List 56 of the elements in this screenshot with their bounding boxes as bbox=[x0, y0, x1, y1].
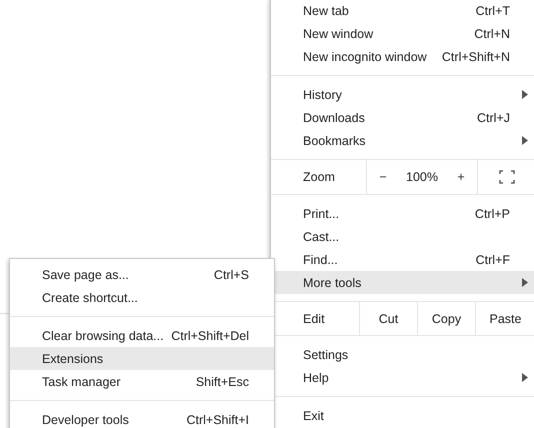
zoom-level: 100% bbox=[405, 170, 439, 184]
menu-item-label: New window bbox=[303, 26, 374, 40]
menu-item-label: Extensions bbox=[42, 352, 104, 366]
menu-item-label: New tab bbox=[303, 4, 350, 18]
menu-item[interactable]: Bookmarks bbox=[271, 129, 534, 152]
shortcut-label: Ctrl+S bbox=[214, 268, 249, 282]
menu-item-label: Downloads bbox=[303, 110, 366, 124]
edit-action-button[interactable]: Copy bbox=[417, 302, 475, 335]
menu-item-label: Cast... bbox=[303, 230, 340, 244]
menu-item[interactable]: Task manager Shift+Esc bbox=[10, 370, 274, 393]
menu-item[interactable]: New window Ctrl+N bbox=[271, 22, 534, 45]
menu-item-label: More tools bbox=[303, 276, 362, 290]
menu-item-label: Create shortcut... bbox=[42, 290, 139, 304]
menu-item[interactable]: Print... Ctrl+P bbox=[271, 202, 534, 225]
menu-item[interactable]: Clear browsing data... Ctrl+Shift+Del bbox=[10, 324, 274, 347]
menu-item[interactable]: Downloads Ctrl+J bbox=[271, 106, 534, 129]
menu-item[interactable]: Find... Ctrl+F bbox=[271, 248, 534, 271]
shortcut-label: Ctrl+N bbox=[474, 26, 510, 40]
menu-item[interactable]: Exit bbox=[271, 404, 534, 427]
menu-item[interactable]: History bbox=[271, 83, 534, 106]
shortcut-label: Shift+Esc bbox=[196, 374, 249, 388]
menu-item-label: Settings bbox=[303, 348, 350, 362]
shortcut-label: Ctrl+F bbox=[476, 252, 510, 266]
menu-item[interactable]: New incognito window Ctrl+Shift+N bbox=[271, 45, 534, 68]
menu-item-label: Bookmarks bbox=[303, 134, 367, 148]
zoom-label: Zoom bbox=[302, 169, 336, 186]
edit-label: Edit bbox=[302, 310, 326, 328]
menu-item-label: New incognito window bbox=[303, 50, 428, 64]
menu-item[interactable]: Save page as... Ctrl+S bbox=[10, 263, 274, 286]
menu-item[interactable]: Extensions bbox=[10, 347, 274, 370]
shortcut-label: Ctrl+T bbox=[476, 4, 510, 18]
menu-item-label: Save page as... bbox=[42, 268, 130, 282]
menu-item[interactable]: Developer tools Ctrl+Shift+I bbox=[10, 408, 274, 428]
shortcut-label: Ctrl+J bbox=[477, 110, 510, 124]
shortcut-label: Ctrl+Shift+N bbox=[442, 50, 510, 64]
shortcut-label: Ctrl+P bbox=[474, 206, 510, 220]
menu-item-label: History bbox=[303, 88, 343, 102]
edit-action-button[interactable]: Cut bbox=[359, 302, 417, 335]
menu-item[interactable]: Create shortcut... bbox=[10, 286, 274, 309]
shortcut-label: Ctrl+Shift+Del bbox=[171, 328, 249, 342]
fullscreen-icon bbox=[498, 170, 514, 184]
menu-item[interactable]: Settings bbox=[271, 343, 534, 366]
menu-item-label: Task manager bbox=[42, 374, 122, 388]
menu-item-label: Clear browsing data... bbox=[42, 328, 165, 342]
zoom-out-button[interactable]: − bbox=[367, 160, 399, 194]
zoom-in-button[interactable]: + bbox=[445, 160, 477, 194]
menu-item-label: Help bbox=[303, 370, 330, 384]
menu-item[interactable]: Help bbox=[271, 366, 534, 389]
menu-item-label: Print... bbox=[303, 206, 340, 220]
edit-action-button[interactable]: Paste bbox=[475, 302, 534, 335]
shortcut-label: Ctrl+Shift+I bbox=[186, 412, 249, 426]
menu-item-label: Exit bbox=[303, 408, 325, 422]
menu-item-label: Find... bbox=[303, 252, 339, 266]
menu-item[interactable]: New tab Ctrl+T bbox=[271, 0, 534, 22]
menu-item[interactable]: Cast... bbox=[271, 225, 534, 248]
menu-item-label: Developer tools bbox=[42, 412, 130, 426]
